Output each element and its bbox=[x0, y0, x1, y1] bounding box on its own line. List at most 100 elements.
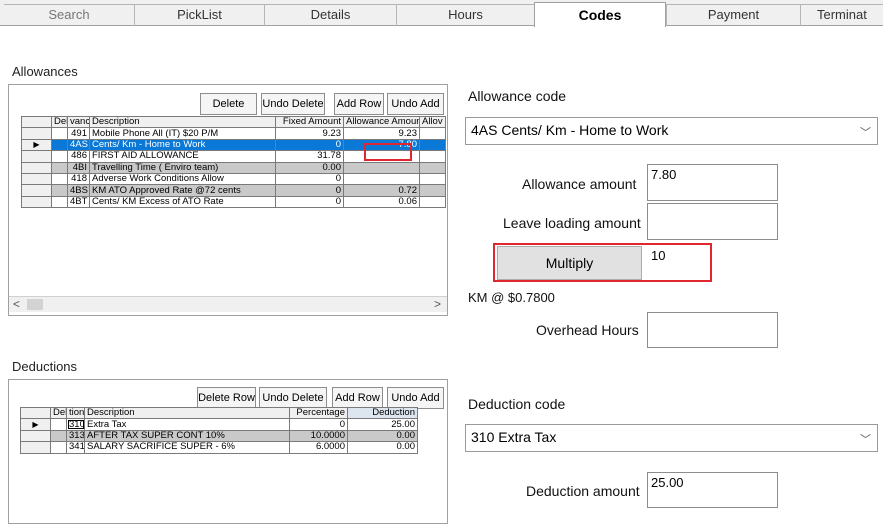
percentage-cell[interactable]: 6.0000 bbox=[289, 441, 348, 454]
allowance-delete-row-button[interactable]: Delete Row bbox=[200, 93, 257, 130]
row-header[interactable] bbox=[21, 161, 52, 174]
description-cell[interactable]: Travelling Time ( Enviro team) bbox=[89, 161, 276, 174]
row-header[interactable] bbox=[21, 150, 52, 163]
deduction-code-select[interactable]: 310 Extra Tax ﹀ bbox=[465, 424, 878, 452]
del-cell[interactable] bbox=[51, 161, 68, 174]
extra-cell[interactable] bbox=[419, 172, 446, 186]
table-row[interactable]: 341 SALARY SACRIFICE SUPER - 6% 6.0000 0… bbox=[20, 441, 418, 454]
del-cell[interactable] bbox=[50, 441, 67, 454]
description-cell[interactable]: Mobile Phone All (IT) $20 P/M bbox=[89, 127, 276, 140]
deduction-undo-add-button[interactable]: Undo Add bbox=[387, 387, 444, 409]
description-cell[interactable]: Adverse Work Conditions Allow bbox=[89, 172, 276, 186]
col-header-fixed-amount[interactable]: Fixed Amount bbox=[275, 115, 344, 129]
table-row[interactable]: 4BT Cents/ KM Excess of ATO Rate 0 0.06 bbox=[21, 195, 446, 209]
code-cell[interactable]: 310 bbox=[66, 418, 85, 431]
fixed-amount-cell[interactable]: 31.78 bbox=[275, 150, 344, 163]
row-header[interactable] bbox=[20, 441, 51, 454]
deduction-delete-row-button[interactable]: Delete Row bbox=[197, 387, 256, 409]
scroll-right-icon[interactable]: > bbox=[434, 297, 441, 311]
extra-cell[interactable] bbox=[419, 184, 446, 197]
description-cell[interactable]: Cents/ Km - Home to Work bbox=[89, 138, 276, 152]
del-cell[interactable] bbox=[51, 138, 68, 152]
col-header-description[interactable]: Description bbox=[89, 115, 276, 129]
deductions-grid[interactable]: Del tion Description Percentage Deductio… bbox=[20, 406, 418, 454]
tab-codes[interactable]: Codes bbox=[534, 2, 666, 27]
allowance-amount-cell[interactable]: 0.72 bbox=[343, 184, 420, 197]
del-cell[interactable] bbox=[51, 150, 68, 163]
leave-loading-amount-input[interactable] bbox=[647, 203, 778, 240]
chevron-down-icon[interactable]: ﹀ bbox=[860, 124, 871, 140]
fixed-amount-cell[interactable]: 0 bbox=[275, 195, 344, 209]
allowance-amount-cell[interactable]: 9.23 bbox=[343, 127, 420, 140]
scrollbar-thumb[interactable] bbox=[27, 299, 43, 310]
allowance-amount-input[interactable]: 7.80 bbox=[647, 164, 778, 201]
col-header-description[interactable]: Description bbox=[84, 406, 290, 420]
col-header-code[interactable]: tion bbox=[66, 406, 85, 420]
col-header-del[interactable]: Del bbox=[51, 115, 68, 129]
row-header[interactable] bbox=[21, 127, 52, 140]
table-row-selected[interactable]: ▶ 310 Extra Tax 0 25.00 bbox=[20, 418, 418, 431]
allowance-add-row-button[interactable]: Add Row bbox=[334, 93, 384, 115]
allowance-amount-cell[interactable]: 0.06 bbox=[343, 195, 420, 209]
row-header[interactable] bbox=[21, 184, 52, 197]
deduction-amount-input[interactable]: 25.00 bbox=[647, 472, 778, 508]
col-header-code[interactable]: vance bbox=[67, 115, 90, 129]
table-row[interactable]: 4BS KM ATO Approved Rate @72 cents 0 0.7… bbox=[21, 184, 446, 197]
col-header-deduction[interactable]: Deduction bbox=[347, 406, 418, 420]
description-cell[interactable]: FIRST AID ALLOWANCE bbox=[89, 150, 276, 163]
code-cell[interactable]: 4BS bbox=[67, 184, 90, 197]
allowance-undo-delete-button[interactable]: Undo Delete bbox=[261, 93, 325, 115]
del-cell[interactable] bbox=[51, 127, 68, 140]
table-row[interactable]: 418 Adverse Work Conditions Allow 0 bbox=[21, 172, 446, 186]
code-cell[interactable]: 418 bbox=[67, 172, 90, 186]
tab-details[interactable]: Details bbox=[264, 4, 396, 26]
table-row[interactable]: 491 Mobile Phone All (IT) $20 P/M 9.23 9… bbox=[21, 127, 446, 140]
overhead-hours-input[interactable] bbox=[647, 312, 778, 348]
fixed-amount-cell[interactable]: 0 bbox=[275, 184, 344, 197]
table-row[interactable]: 4BI Travelling Time ( Enviro team) 0.00 bbox=[21, 161, 446, 174]
code-cell[interactable]: 341 bbox=[66, 441, 85, 454]
row-header[interactable] bbox=[21, 195, 52, 209]
del-cell[interactable] bbox=[51, 184, 68, 197]
code-cell[interactable]: 491 bbox=[67, 127, 90, 140]
code-cell[interactable]: 4BT bbox=[67, 195, 90, 209]
description-cell[interactable]: SALARY SACRIFICE SUPER - 6% bbox=[84, 441, 290, 454]
extra-cell[interactable] bbox=[419, 195, 446, 209]
extra-cell[interactable] bbox=[419, 161, 446, 174]
description-cell[interactable]: KM ATO Approved Rate @72 cents bbox=[89, 184, 276, 197]
code-cell[interactable]: 4BI bbox=[67, 161, 90, 174]
del-cell[interactable] bbox=[51, 172, 68, 186]
description-cell[interactable]: AFTER TAX SUPER CONT 10% bbox=[84, 429, 290, 443]
fixed-amount-cell[interactable]: 0.00 bbox=[275, 161, 344, 174]
deduction-amount-cell[interactable]: 0.00 bbox=[347, 441, 418, 454]
code-cell[interactable]: 486 bbox=[67, 150, 90, 163]
deduction-undo-delete-button[interactable]: Undo Delete bbox=[259, 387, 327, 409]
col-header-percentage[interactable]: Percentage bbox=[289, 406, 348, 420]
col-header-allowance-extra[interactable]: Allov bbox=[419, 115, 446, 129]
deduction-add-row-button[interactable]: Add Row bbox=[332, 387, 383, 409]
col-header-allowance-amount[interactable]: Allowance Amount bbox=[343, 115, 420, 129]
allowances-horizontal-scrollbar[interactable]: < > bbox=[9, 296, 447, 312]
chevron-down-icon[interactable]: ﹀ bbox=[860, 431, 871, 447]
tab-termination[interactable]: Terminat bbox=[800, 4, 883, 26]
del-cell[interactable] bbox=[51, 195, 68, 209]
description-cell[interactable]: Extra Tax bbox=[84, 418, 290, 431]
tab-payment[interactable]: Payment bbox=[666, 4, 800, 26]
code-cell[interactable]: 313 bbox=[66, 429, 85, 443]
table-row[interactable]: 313 AFTER TAX SUPER CONT 10% 10.0000 0.0… bbox=[20, 429, 418, 443]
allowances-grid[interactable]: Del vance Description Fixed Amount Allow… bbox=[21, 115, 446, 209]
extra-cell[interactable] bbox=[419, 127, 446, 140]
percentage-cell[interactable]: 0 bbox=[289, 418, 348, 431]
fixed-amount-cell[interactable]: 9.23 bbox=[275, 127, 344, 140]
col-header-del[interactable]: Del bbox=[50, 406, 67, 420]
del-cell[interactable] bbox=[50, 429, 67, 443]
fixed-amount-cell[interactable]: 0 bbox=[275, 138, 344, 152]
code-cell[interactable]: 4AS bbox=[67, 138, 90, 152]
tab-search[interactable]: Search bbox=[4, 4, 134, 26]
tab-picklist[interactable]: PickList bbox=[134, 4, 264, 26]
allowance-amount-cell[interactable] bbox=[343, 161, 420, 174]
percentage-cell[interactable]: 10.0000 bbox=[289, 429, 348, 443]
fixed-amount-cell[interactable]: 0 bbox=[275, 172, 344, 186]
deduction-amount-cell[interactable]: 25.00 bbox=[347, 418, 418, 431]
description-cell[interactable]: Cents/ KM Excess of ATO Rate bbox=[89, 195, 276, 209]
